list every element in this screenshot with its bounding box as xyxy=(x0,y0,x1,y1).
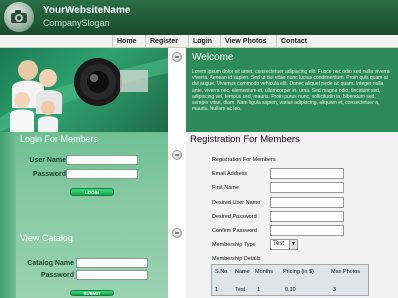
table-cell: 1 xyxy=(257,287,261,293)
password-input[interactable] xyxy=(66,169,138,179)
first-name-field[interactable] xyxy=(270,182,344,193)
membership-type-label: Membership Type xyxy=(212,242,256,248)
camera-icon xyxy=(4,2,34,32)
left-strip xyxy=(0,132,16,298)
nav-contact[interactable]: Contact xyxy=(276,35,311,48)
main-nav: Home Register Login View Photos Contact xyxy=(0,35,398,48)
column-divider xyxy=(168,48,186,298)
nav-home[interactable]: Home xyxy=(112,35,140,48)
site-header: YourWebsiteName CompanySlogan xyxy=(0,0,398,35)
membership-type-value: Test xyxy=(273,241,285,247)
desired-password-label: Desired Password xyxy=(212,214,257,220)
bullet-icon xyxy=(172,150,182,160)
desired-username-label: Desired User Name xyxy=(212,200,261,206)
catalog-title: View Catalog xyxy=(20,233,73,243)
site-slogan: CompanySlogan xyxy=(43,18,110,28)
membership-details-label: Membership Details xyxy=(212,256,261,262)
catalog-password-label: Password xyxy=(40,272,74,279)
welcome-body: Lorem ipsum dolor sit amet, consectetuer… xyxy=(192,69,390,113)
table-cell: Test xyxy=(235,287,246,293)
bullet-icon xyxy=(172,52,182,62)
nav-view-photos[interactable]: View Photos xyxy=(220,35,271,48)
catalog-name-input[interactable] xyxy=(76,258,148,268)
registration-subtitle: Registration For Members xyxy=(212,157,276,163)
table-header: Max.Photos xyxy=(331,269,361,275)
welcome-title: Welcome xyxy=(192,52,234,63)
confirm-password-label: Confirm Password xyxy=(212,228,257,234)
confirm-password-field[interactable] xyxy=(270,225,344,236)
email-field[interactable] xyxy=(270,168,344,179)
table-header: Pricing (in $) xyxy=(283,269,314,275)
email-label: Email Address xyxy=(212,171,248,177)
table-header: S.No. xyxy=(215,269,229,275)
catalog-name-label: Catalog Name xyxy=(27,260,74,267)
login-title: Login For Members xyxy=(20,134,99,144)
bullet-icon xyxy=(172,228,182,238)
table-header: Name xyxy=(235,269,250,275)
login-button[interactable]: LOGIN xyxy=(70,188,114,196)
first-name-label: First Name xyxy=(212,185,239,191)
password-label: Password xyxy=(32,171,66,178)
membership-table: S.No. Name Months Pricing (in $) Max.Pho… xyxy=(211,264,369,296)
welcome-panel: Welcome Lorem ipsum dolor sit amet, cons… xyxy=(186,48,398,132)
nav-login[interactable]: Login xyxy=(188,35,216,48)
site-name[interactable]: YourWebsiteName xyxy=(43,5,130,16)
membership-type-select[interactable]: Test ▼ xyxy=(270,239,298,250)
username-input[interactable] xyxy=(66,155,138,165)
desired-username-field[interactable] xyxy=(270,197,344,208)
chevron-down-icon: ▼ xyxy=(289,240,297,249)
catalog-password-input[interactable] xyxy=(76,270,148,280)
desired-password-field[interactable] xyxy=(270,211,344,222)
table-header: Months xyxy=(255,269,274,275)
table-cell: 3 xyxy=(333,287,337,293)
nav-register[interactable]: Register xyxy=(145,35,182,48)
username-label: User Name xyxy=(29,157,66,164)
submit-button[interactable]: SUBMIT xyxy=(70,290,114,296)
banner-image xyxy=(0,48,168,132)
table-cell: 0.10 xyxy=(285,287,296,293)
table-cell: 1 xyxy=(215,287,219,293)
registration-title: Registration For Members xyxy=(190,134,300,145)
